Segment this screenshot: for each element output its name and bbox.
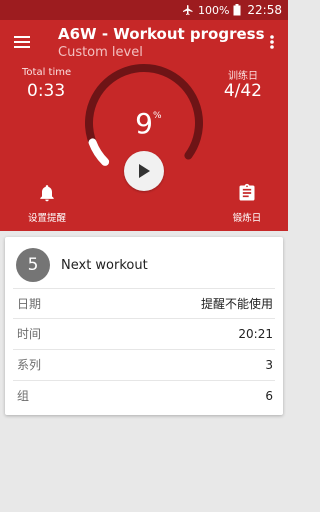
training-day-label: 训练日 [228, 71, 258, 82]
date-row: 日期 提醒不能使用 [13, 288, 275, 318]
time-value: 20:21 [238, 326, 273, 341]
next-workout-card[interactable]: 5 Next workout 日期 提醒不能使用 时间 20:21 系列 3 组… [5, 237, 283, 415]
day-number-badge: 5 [16, 248, 50, 282]
gauge-fill [88, 138, 110, 166]
battery-percent: 100% [197, 3, 230, 17]
app-subtitle: Custom level [58, 45, 143, 60]
airplane-mode-icon [182, 4, 194, 16]
sets-label: 组 [17, 389, 30, 403]
series-label: 系列 [17, 358, 42, 372]
percent-sign: % [153, 111, 162, 121]
clipboard-icon [239, 183, 255, 201]
series-row: 系列 3 [13, 349, 275, 379]
time-row: 时间 20:21 [13, 318, 275, 348]
sets-value: 6 [265, 388, 273, 403]
total-time-value: 0:33 [27, 81, 66, 101]
date-value: 提醒不能使用 [200, 297, 273, 311]
training-day-label: 锻炼日 [232, 213, 262, 224]
set-reminder-label: 设置提醒 [27, 213, 66, 224]
menu-icon[interactable] [12, 32, 32, 52]
sets-row: 组 6 [13, 380, 275, 410]
date-label: 日期 [17, 297, 42, 311]
total-time-label: Total time [22, 67, 72, 78]
time-label: 时间 [17, 327, 42, 341]
play-icon [139, 164, 150, 178]
progress-header: A6W - Workout progress Custom level Tota… [0, 20, 288, 231]
training-day-value: 4/42 [223, 81, 262, 101]
bell-icon [40, 185, 54, 202]
play-button[interactable] [124, 151, 164, 191]
training-day-button[interactable]: 锻炼日 [218, 182, 276, 228]
card-title: Next workout [61, 258, 148, 273]
card-header: 5 Next workout [5, 237, 283, 293]
app-title: A6W - Workout progress [58, 25, 265, 43]
series-value: 3 [265, 357, 273, 372]
battery-icon [233, 4, 241, 16]
more-vert-icon[interactable] [266, 32, 278, 52]
set-reminder-button[interactable]: 设置提醒 [18, 182, 76, 228]
status-bar: 100% 22:58 [0, 0, 288, 20]
status-time: 22:58 [247, 3, 282, 17]
